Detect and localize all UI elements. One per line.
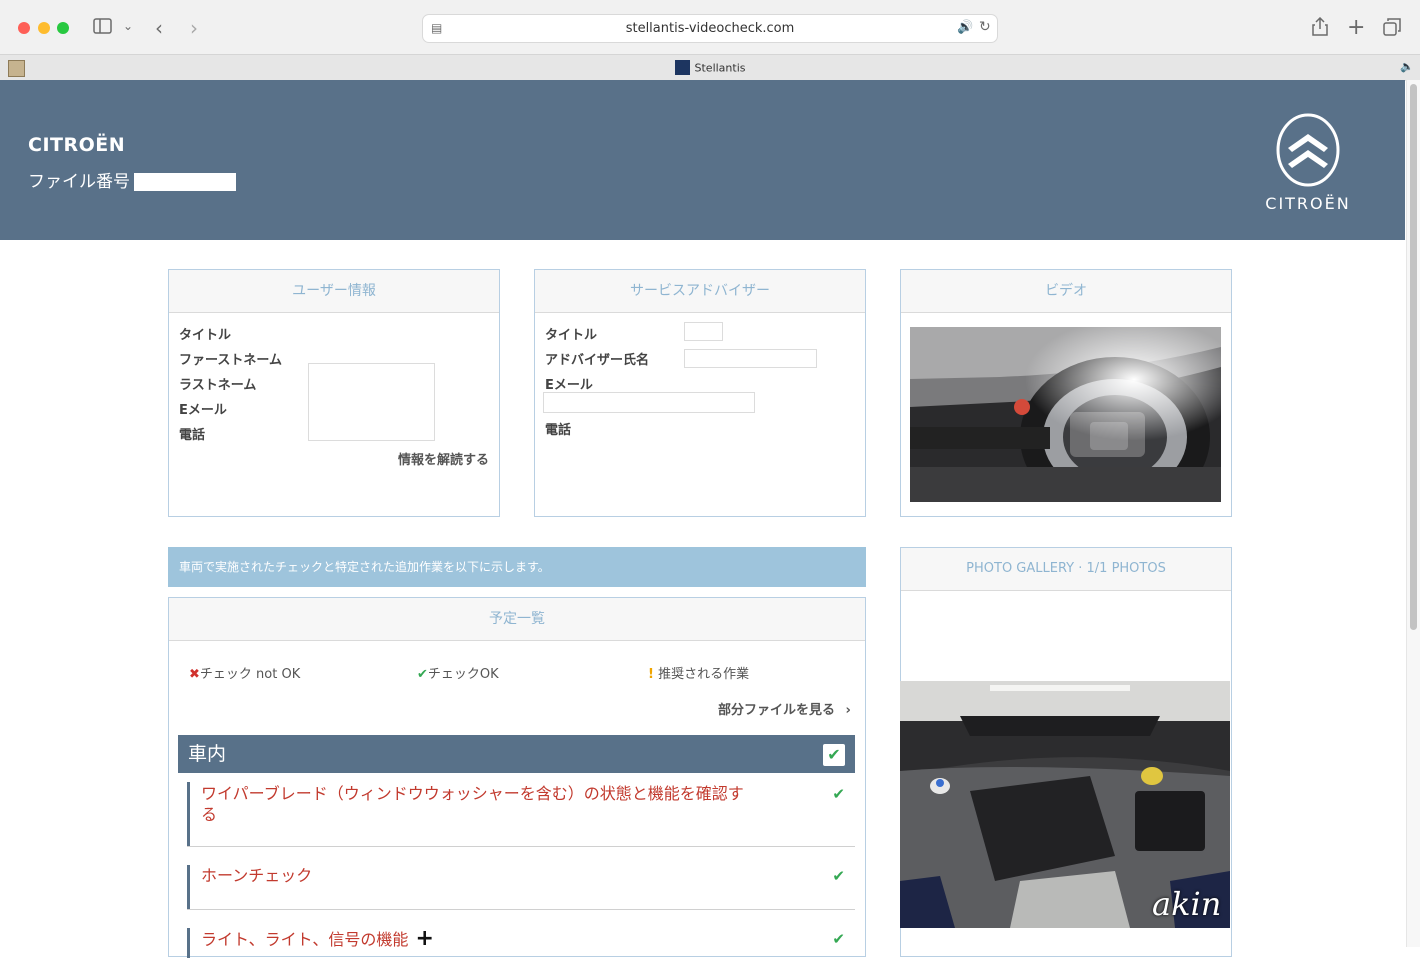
user-phone-label: 電話 [179,428,206,443]
advisor-name-value [684,349,817,368]
back-button[interactable]: ‹ [155,16,163,40]
user-last-name-label: ラストネーム [179,378,257,393]
legend-ok-label: チェックOK [427,667,499,682]
file-number: ファイル番号 [28,167,236,192]
active-tab[interactable]: Stellantis [0,60,1420,76]
advisor-title-label: タイトル [545,328,598,343]
check-item[interactable]: ワイパーブレード（ウィンドウウォッシャーを含む）の状態と機能を確認する ✔ [187,782,855,846]
partial-file-link-label: 部分ファイルを見る [718,703,836,718]
category-check-icon: ✔ [823,744,845,766]
checks-banner: 車両で実施されたチェックと特定された追加作業を以下に示します。 [168,547,866,587]
legend-recommended-label: 推奨される作業 [658,667,750,682]
user-first-name-label: ファーストネーム [179,353,282,368]
close-window-button[interactable] [18,22,30,34]
category-title: 車内 [188,743,227,765]
tab-overview-icon[interactable] [1383,18,1401,40]
brand-name: CITROËN [28,134,126,156]
user-email-label: Eメール [179,403,227,418]
gallery-photo[interactable]: akin [900,681,1230,928]
legend-not-ok: ✖チェック not OK [189,663,300,682]
video-player[interactable] [910,327,1221,502]
reload-icon[interactable]: ↻ [979,19,991,35]
user-info-redacted-box [308,363,435,441]
scrollbar-thumb[interactable] [1410,84,1417,630]
browser-titlebar: ⌄ ‹ › ▤ stellantis-videocheck.com 🔊 ↻ + [0,0,1420,54]
video-title: ビデオ [901,270,1231,313]
partial-file-link[interactable]: 部分ファイルを見る › [718,699,851,718]
zoom-window-button[interactable] [57,22,69,34]
user-info-panel: ユーザー情報 タイトル ファーストネーム ラストネーム Eメール 電話 情報を解… [168,269,500,517]
watermark-text: akin [1152,885,1222,923]
photo-gallery-title: PHOTO GALLERY · 1/1 PHOTOS [901,548,1231,591]
minimize-window-button[interactable] [38,22,50,34]
user-info-title: ユーザー情報 [169,270,499,313]
tab-audio-icon[interactable]: 🔈 [1400,60,1414,73]
advisor-panel: サービスアドバイザー タイトル アドバイザー氏名 Eメール 電話 [534,269,866,517]
new-tab-icon[interactable]: + [1347,15,1365,40]
check-icon: ✔ [417,667,428,682]
advisor-title-value [684,322,723,341]
user-title-label: タイトル [179,328,232,343]
file-number-label: ファイル番号 [28,172,130,192]
advisor-name-label: アドバイザー氏名 [545,353,650,368]
advisor-email-value [543,392,755,413]
check-item[interactable]: ライト、ライト、信号の機能 + ✔ [187,928,855,958]
chevron-right-icon: › [845,703,851,718]
url-text: stellantis-videocheck.com [625,21,795,36]
check-item-label: ワイパーブレード（ウィンドウウォッシャーを含む）の状態と機能を確認する [201,784,744,824]
check-item-label: ホーンチェック [201,866,313,885]
decrypt-info-link[interactable]: 情報を解読する [398,449,489,468]
legend-ok: ✔チェックOK [417,663,499,682]
forward-button[interactable]: › [190,16,198,40]
check-icon: ✔ [832,867,845,885]
chevron-down-icon[interactable]: ⌄ [123,19,133,33]
cross-icon: ✖ [189,667,200,682]
page-header: CITROËN ファイル番号 CITROËN [0,80,1405,240]
category-header[interactable]: 車内 ✔ [178,735,855,773]
check-icon: ✔ [832,930,845,948]
legend-not-ok-label: チェック not OK [199,667,301,682]
citroen-logo: CITROËN [1252,108,1364,216]
address-bar[interactable]: ▤ stellantis-videocheck.com 🔊 ↻ [422,14,998,43]
expand-plus-icon[interactable]: + [415,926,433,951]
advisor-title: サービスアドバイザー [535,270,865,313]
item-divider [187,846,855,847]
scrollbar[interactable] [1406,80,1420,947]
legend-recommended: ! 推奨される作業 [648,663,749,682]
share-icon[interactable] [1312,16,1328,40]
check-icon: ✔ [832,785,845,803]
stellantis-favicon-icon [674,60,690,75]
advisor-phone-label: 電話 [545,423,572,438]
advisor-email-label: Eメール [545,378,593,393]
tab-bar: Stellantis 🔈 [0,54,1420,81]
audio-playing-icon[interactable]: 🔊 [957,20,973,35]
exclamation-icon: ! [648,667,654,682]
check-item-label-text: ライト、ライト、信号の機能 [201,930,409,949]
schedule-title: 予定一覧 [169,598,865,641]
check-item[interactable]: ホーンチェック ✔ [187,865,855,909]
item-divider [187,909,855,910]
tab-title: Stellantis [694,61,746,75]
logo-text: CITROËN [1265,194,1351,213]
sidebar-toggle-icon[interactable] [93,18,112,38]
file-number-value [134,173,236,191]
